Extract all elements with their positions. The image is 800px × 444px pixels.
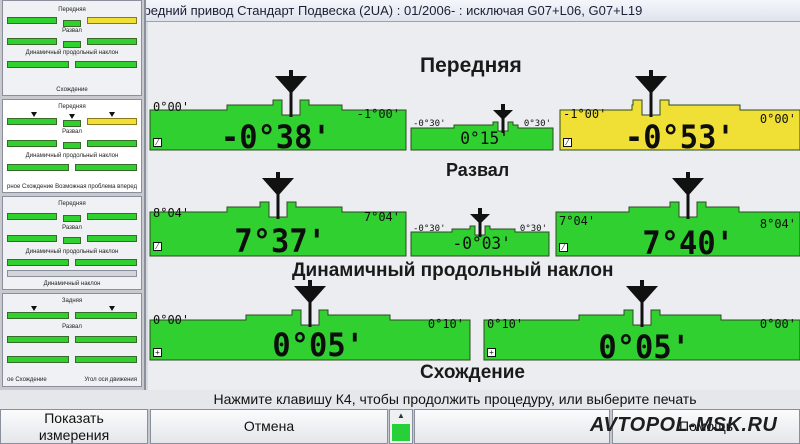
gauge-value: 0°05' bbox=[598, 328, 690, 366]
pointer-icon bbox=[109, 112, 115, 117]
button-label: измерения bbox=[38, 427, 110, 443]
gauge-value: 7°37' bbox=[234, 222, 326, 260]
thumbnail-label: Развал bbox=[62, 324, 82, 330]
caster-left-gauge: 8°04' 7°04' 7°37' ⁄ bbox=[149, 172, 407, 260]
button-label: Отмена bbox=[243, 418, 295, 434]
pointer-icon bbox=[31, 112, 37, 117]
window-title: | Передний привод Стандарт Подвеска (2UA… bbox=[120, 3, 643, 18]
thumbnail-title: Передняя bbox=[58, 201, 86, 207]
thumbnail-label: Динамичный продольный наклон bbox=[25, 153, 119, 159]
gauge-min-label: -0°30' bbox=[413, 224, 446, 234]
pointer-icon bbox=[109, 306, 115, 311]
section-title-caster: Динамичный продольный наклон bbox=[292, 260, 614, 281]
gauge-max-label: 0°00' bbox=[759, 317, 796, 331]
gauge-max-label: 0°10' bbox=[427, 317, 464, 331]
blank-button[interactable] bbox=[414, 409, 610, 444]
gauge-value: -0°38' bbox=[220, 118, 331, 156]
thumbnail-label: Схождение bbox=[56, 87, 88, 93]
adjust-icon[interactable]: + bbox=[487, 348, 496, 357]
pointer-icon bbox=[69, 114, 75, 119]
gauge-min-label: 8°04' bbox=[153, 206, 190, 220]
wrench-icon[interactable]: ⁄ bbox=[153, 138, 162, 147]
pointer-needle bbox=[276, 194, 280, 219]
thumbnail-label: Динамичный продольный наклон bbox=[25, 249, 119, 255]
caster-cross-gauge: -0°30' 0°30' -0°03' bbox=[410, 208, 550, 257]
thumbnail-label: Возможная проблема вперед bbox=[55, 184, 137, 190]
thumbnail-rear[interactable]: Задняя Развал ое Схождение Угол оси движ… bbox=[2, 293, 142, 387]
pointer-needle bbox=[640, 302, 644, 327]
thumbnail-label: Развал bbox=[62, 28, 82, 34]
cancel-button[interactable]: Отмена bbox=[150, 409, 388, 444]
gauge-value: 0°05' bbox=[272, 326, 364, 364]
pointer-arrow-icon bbox=[672, 178, 704, 196]
pointer-arrow-icon bbox=[626, 286, 658, 304]
thumbnail-label: Динамичный продольный наклон bbox=[25, 50, 119, 56]
gauge-max-label: -1°00' bbox=[356, 107, 400, 121]
pointer-icon bbox=[31, 306, 37, 311]
camber-right-gauge: -1°00' 0°00' -0°53' ⁄ bbox=[559, 70, 800, 156]
gauge-min-label: -0°30' bbox=[413, 119, 446, 129]
chevron-up-icon: ▲ bbox=[397, 411, 405, 420]
thumbnail-front-2[interactable]: Передняя Развал Динамичный продольный на… bbox=[2, 99, 142, 193]
button-label: Показать bbox=[44, 410, 104, 426]
toe-left-gauge: 0°00' 0°10' 0°05' + bbox=[149, 280, 471, 364]
section-title-toe: Схождение bbox=[420, 362, 525, 383]
thumbnail-label: Развал bbox=[62, 129, 82, 135]
thumbnail-title: Передняя bbox=[58, 104, 86, 110]
thumbnail-label: Угол оси движения bbox=[84, 377, 137, 383]
pointer-needle bbox=[308, 302, 312, 327]
camber-left-gauge: 0°00' -1°00' -0°38' ⁄ bbox=[149, 70, 407, 156]
pointer-arrow-icon bbox=[262, 178, 294, 196]
measurement-panel: Передняя 0°00' -1°00' -0°38' ⁄ -0°30' 0°… bbox=[148, 22, 800, 390]
adjust-icon[interactable]: + bbox=[153, 348, 162, 357]
gauge-min-label: 0°00' bbox=[153, 100, 190, 114]
thumbnail-front-3[interactable]: Передняя Развал Динамичный продольный на… bbox=[2, 196, 142, 290]
thumbnail-label: Развал bbox=[62, 225, 82, 231]
thumbnail-title: Задняя bbox=[61, 298, 83, 304]
progress-indicator: ▲ bbox=[389, 409, 413, 444]
gauge-value: -0°53' bbox=[624, 118, 735, 156]
watermark: AVTOPOL-MSK.RU bbox=[590, 414, 778, 436]
gauge-value: -0°03' bbox=[452, 234, 511, 254]
toe-right-gauge: 0°10' 0°00' 0°05' + bbox=[483, 280, 800, 366]
wrench-icon[interactable]: ⁄ bbox=[559, 243, 568, 252]
pointer-arrow-icon bbox=[275, 76, 307, 94]
show-measurements-button[interactable]: Показать измерения bbox=[0, 409, 148, 444]
status-message: Нажмите клавишу К4, чтобы продолжить про… bbox=[0, 390, 800, 409]
caster-right-gauge: 7°04' 8°04' 7°40' ⁄ bbox=[555, 172, 800, 262]
progress-fill bbox=[392, 424, 410, 441]
thumbnail-label: рное Схождение bbox=[7, 184, 54, 190]
gauge-max-label: 0°30' bbox=[523, 119, 551, 129]
thumbnail-front-1[interactable]: Передняя Развал Динамичный продольный на… bbox=[2, 0, 142, 96]
gauge-min-label: 0°10' bbox=[487, 317, 524, 331]
gauge-max-label: 8°04' bbox=[759, 217, 796, 231]
gauge-max-label: 0°00' bbox=[759, 112, 796, 126]
thumbnail-sidebar: Передняя Развал Динамичный продольный на… bbox=[0, 0, 146, 390]
camber-cross-gauge: -0°30' 0°30' 0°15' bbox=[410, 104, 554, 151]
pointer-arrow-icon bbox=[635, 76, 667, 94]
thumbnail-title: Передняя bbox=[58, 7, 86, 13]
gauge-min-label: 0°00' bbox=[153, 313, 190, 327]
pointer-arrow-icon bbox=[294, 286, 326, 304]
gauge-value: 0°15' bbox=[460, 129, 509, 149]
thumbnail-label: Динамичный наклон bbox=[43, 281, 101, 287]
thumbnail-label: ое Схождение bbox=[7, 377, 47, 383]
gauge-value: 7°40' bbox=[642, 224, 734, 262]
gauge-min-label: 7°04' bbox=[559, 214, 596, 228]
section-title-camber: Развал bbox=[446, 160, 510, 180]
gauge-max-label: 0°30' bbox=[519, 224, 547, 234]
pointer-needle bbox=[289, 92, 293, 117]
gauge-max-label: 7°04' bbox=[363, 210, 400, 224]
page-title: Передняя bbox=[420, 54, 522, 77]
gauge-min-label: -1°00' bbox=[563, 107, 607, 121]
pointer-needle bbox=[649, 92, 653, 117]
wrench-icon[interactable]: ⁄ bbox=[153, 242, 162, 251]
pointer-needle bbox=[686, 194, 690, 219]
wrench-icon[interactable]: ⁄ bbox=[563, 138, 572, 147]
